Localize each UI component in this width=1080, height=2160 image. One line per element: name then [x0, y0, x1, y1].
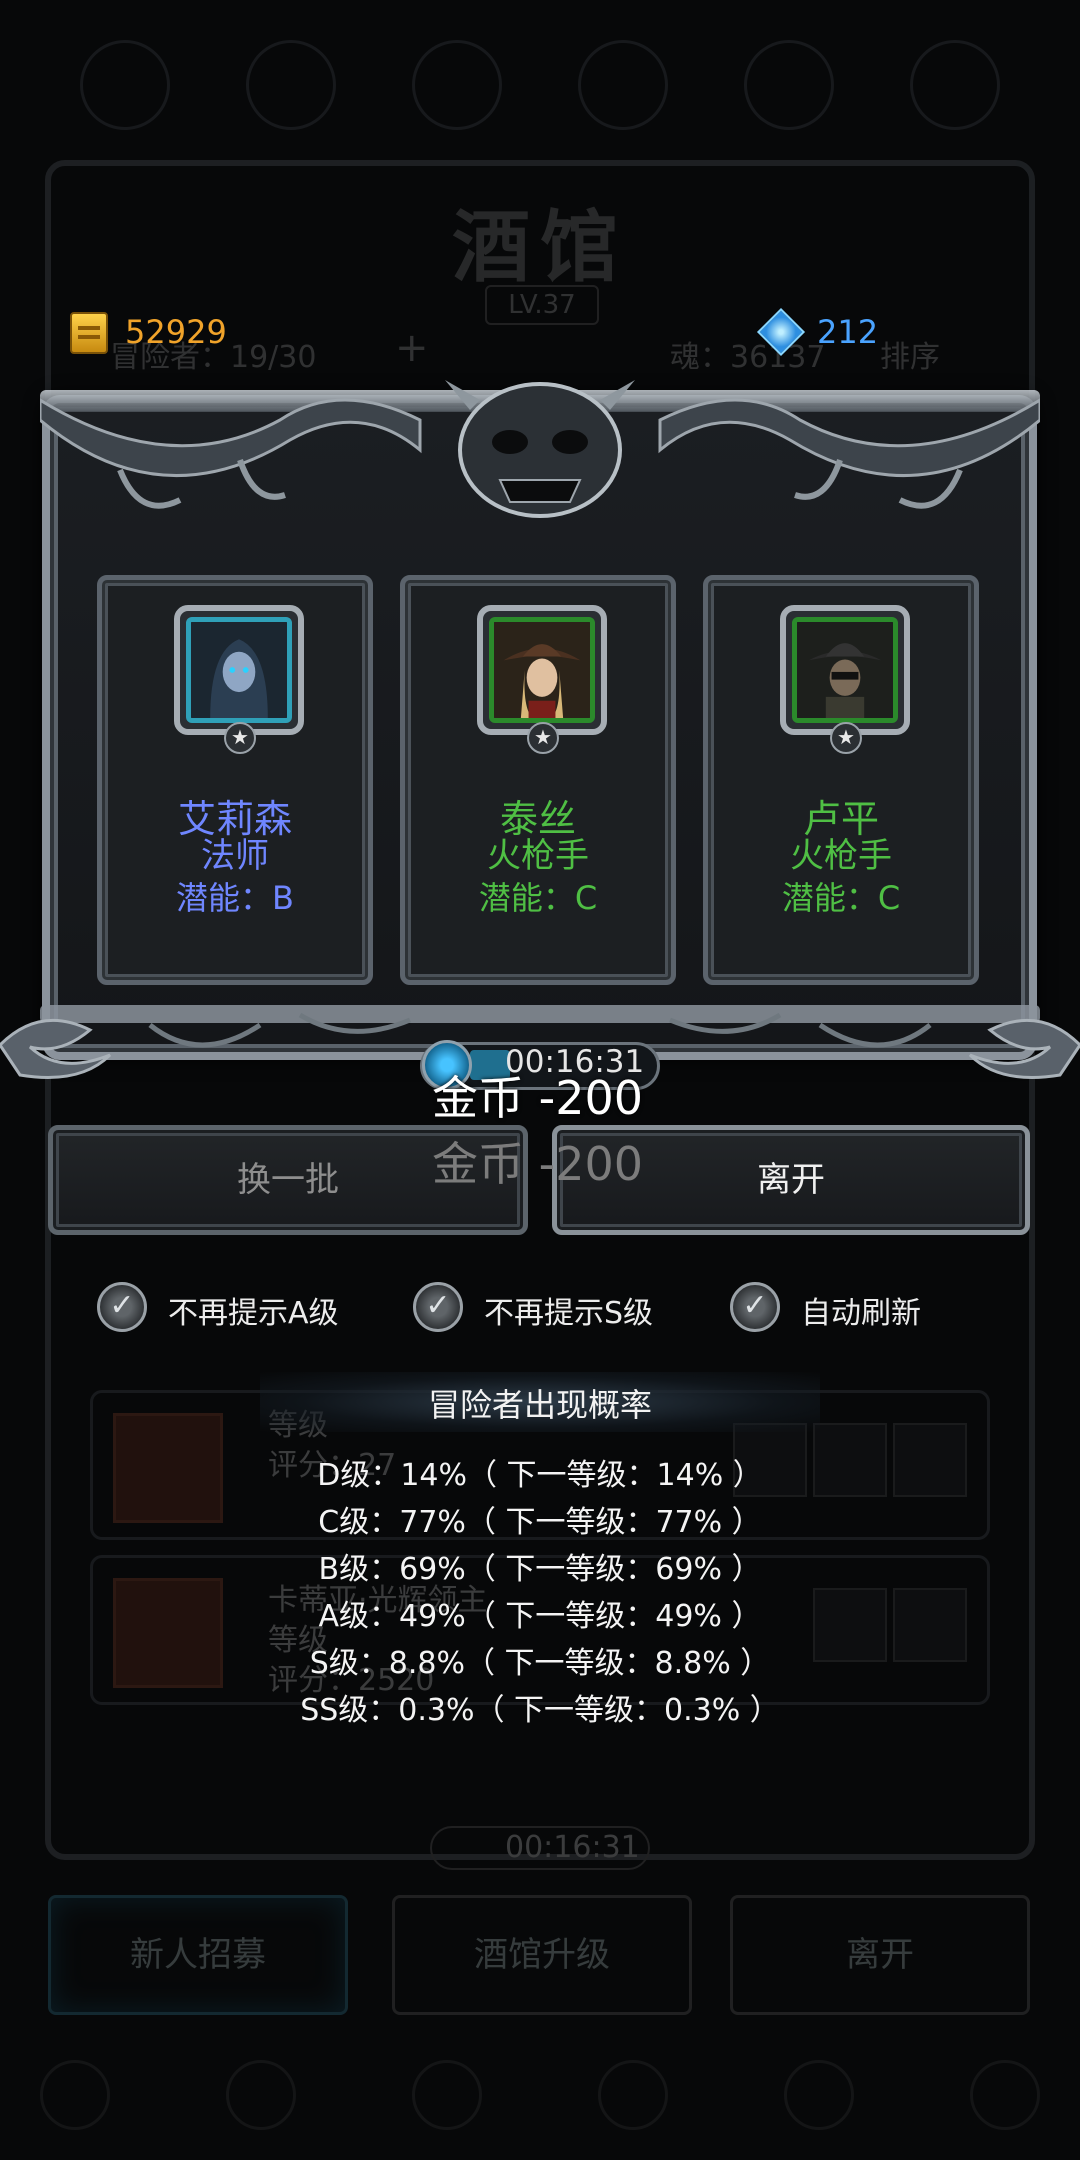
check-icon[interactable]: ✓: [413, 1282, 463, 1332]
hero-portrait: [477, 605, 607, 735]
probability-title: 冒险者出现概率: [427, 1386, 652, 1424]
mage-portrait-icon: [186, 617, 292, 723]
probability-line-d: D级：14%（ 下一等级：14% ）: [317, 1458, 763, 1493]
skull-ornament-icon: [40, 380, 1040, 518]
probability-line-c: C级：77%（ 下一等级：77% ）: [318, 1505, 762, 1540]
probability-line-a: A级：49%（ 下一等级：49% ）: [318, 1599, 762, 1634]
gem-amount: 212: [817, 313, 879, 351]
hero-class: 法师: [201, 836, 269, 876]
option-no-prompt-s[interactable]: 不再提示S级: [484, 1288, 653, 1332]
top-menu-icons: [80, 40, 1000, 130]
option-auto-refresh[interactable]: 自动刷新: [801, 1288, 921, 1332]
gold-coin-icon: [70, 312, 108, 354]
menu-circle-icon: [910, 40, 1000, 130]
hero-class: 火枪手: [790, 836, 892, 876]
option-no-prompt-a[interactable]: 不再提示A级: [168, 1288, 339, 1332]
hero-potential: 潜能：B: [176, 879, 294, 917]
menu-circle-icon: [246, 40, 336, 130]
nav-circle-icon: [40, 2060, 110, 2130]
menu-circle-icon: [80, 40, 170, 130]
hero-portrait: [174, 605, 304, 735]
hero-portrait: [780, 605, 910, 735]
recruit-card[interactable]: ★ 泰丝 火枪手 潜能：C: [400, 575, 676, 985]
check-icon[interactable]: ✓: [730, 1282, 780, 1332]
hero-potential: 潜能：C: [478, 879, 598, 917]
probability-line-b: B级：69%（ 下一等级：69% ）: [318, 1552, 762, 1587]
gunner-portrait-icon: [489, 617, 595, 723]
nav-circle-icon: [226, 2060, 296, 2130]
nav-circle-icon: [784, 2060, 854, 2130]
gold-cost-popup-fading: 金币 -200: [432, 1137, 644, 1191]
recruit-card[interactable]: ★ 卢平 火枪手 潜能：C: [703, 575, 979, 985]
menu-circle-icon: [578, 40, 668, 130]
soul-count: 魂：36137: [670, 340, 826, 375]
hero-potential: 潜能：C: [781, 879, 901, 917]
tavern-title: 酒馆: [451, 202, 628, 293]
probability-line-s: S级：8.8%（ 下一等级：8.8% ）: [309, 1646, 771, 1681]
background-leave-button: 离开: [730, 1895, 1030, 2015]
menu-circle-icon: [412, 40, 502, 130]
gold-cost-popup: 金币 -200: [432, 1071, 644, 1125]
upgrade-tavern-button: 酒馆升级: [392, 1895, 692, 2015]
gold-amount: 52929: [125, 313, 227, 351]
bottom-nav-icons: [40, 2060, 1040, 2150]
background-timer-text: 00:16:31: [505, 1830, 640, 1865]
star-rank-icon: ★: [830, 722, 862, 754]
sort-label: 排序: [880, 340, 940, 375]
check-icon[interactable]: ✓: [97, 1282, 147, 1332]
nav-circle-icon: [970, 2060, 1040, 2130]
tavern-level: LV.37: [485, 285, 599, 325]
recruit-card[interactable]: ★ 艾莉森 法师 潜能：B: [97, 575, 373, 985]
menu-circle-icon: [744, 40, 834, 130]
recruit-tab-button: 新人招募: [48, 1895, 348, 2015]
star-rank-icon: ★: [527, 722, 559, 754]
star-rank-icon: ★: [224, 722, 256, 754]
add-adventurer-icon: +: [395, 325, 429, 371]
gunner-portrait-icon: [792, 617, 898, 723]
probability-line-ss: SS级：0.3%（ 下一等级：0.3% ）: [300, 1693, 780, 1728]
hero-class: 火枪手: [487, 836, 589, 876]
nav-circle-icon: [598, 2060, 668, 2130]
nav-circle-icon: [412, 2060, 482, 2130]
